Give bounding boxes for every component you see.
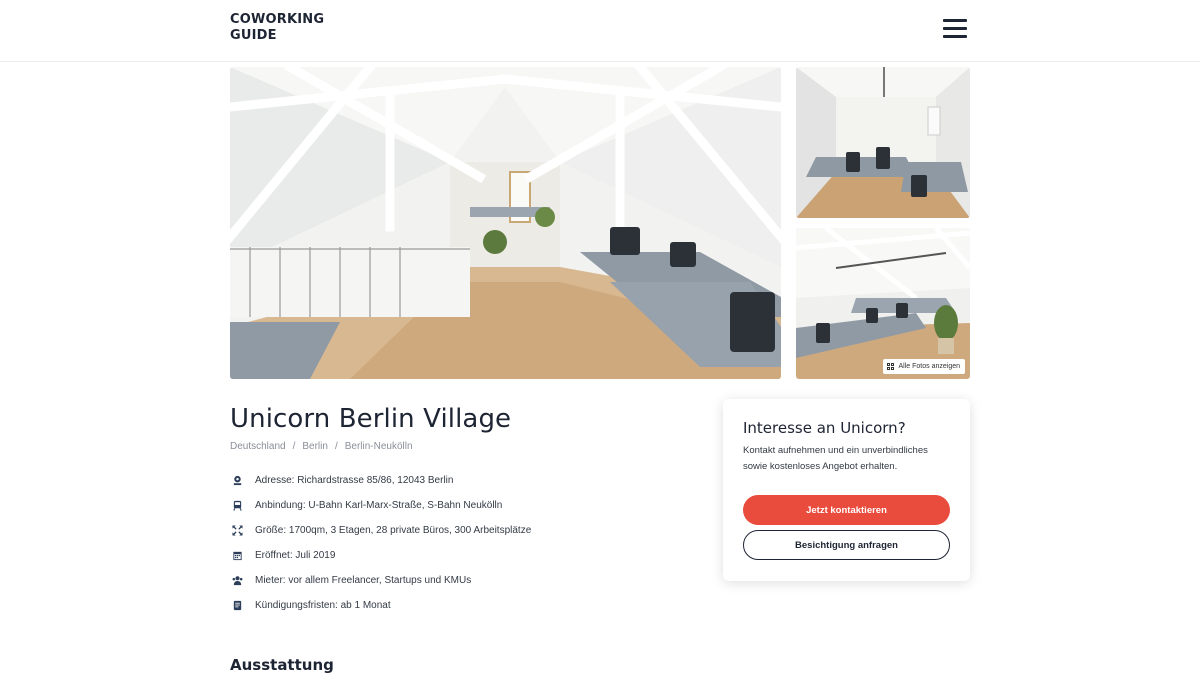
fact-text: Eröffnet: Juli 2019 xyxy=(255,550,336,561)
show-all-photos-label: Alle Fotos anzeigen xyxy=(898,363,960,370)
breadcrumb-district[interactable]: Berlin-Neukölln xyxy=(345,441,413,452)
fact-notice-period: Kündigungsfristen: ab 1 Monat xyxy=(230,593,700,618)
train-icon xyxy=(230,499,244,513)
fact-text: Mieter: vor allem Freelancer, Startups u… xyxy=(255,575,472,586)
request-viewing-button[interactable]: Besichtigung anfragen xyxy=(743,530,950,560)
fact-address: Adresse: Richardstrasse 85/86, 12043 Ber… xyxy=(230,468,700,493)
fact-text: Adresse: Richardstrasse 85/86, 12043 Ber… xyxy=(255,475,454,486)
hamburger-menu-icon[interactable] xyxy=(943,19,967,41)
expand-arrows-icon xyxy=(230,524,244,538)
calendar-icon xyxy=(230,549,244,563)
page-title: Unicorn Berlin Village xyxy=(230,404,512,434)
grid-icon xyxy=(886,363,894,370)
fact-size: Größe: 1700qm, 3 Etagen, 28 private Büro… xyxy=(230,518,700,543)
breadcrumb-country[interactable]: Deutschland xyxy=(230,441,286,452)
fact-transport: Anbindung: U-Bahn Karl-Marx-Straße, S-Ba… xyxy=(230,493,700,518)
contact-card-heading: Interesse an Unicorn? xyxy=(743,419,906,437)
fact-text: Anbindung: U-Bahn Karl-Marx-Straße, S-Ba… xyxy=(255,500,503,511)
breadcrumb: Deutschland / Berlin / Berlin-Neukölln xyxy=(230,441,413,452)
space-facts-list: Adresse: Richardstrasse 85/86, 12043 Ber… xyxy=(230,468,700,618)
fact-text: Kündigungsfristen: ab 1 Monat xyxy=(255,600,391,611)
fact-tenants: Mieter: vor allem Freelancer, Startups u… xyxy=(230,568,700,593)
location-pin-icon xyxy=(230,474,244,488)
contact-card: Interesse an Unicorn? Kontakt aufnehmen … xyxy=(723,399,970,581)
fact-text: Größe: 1700qm, 3 Etagen, 28 private Büro… xyxy=(255,525,532,536)
contact-now-button[interactable]: Jetzt kontaktieren xyxy=(743,495,950,525)
main-photo[interactable] xyxy=(230,67,781,379)
site-logo[interactable]: COWORKING GUIDE xyxy=(230,12,324,44)
side-photo-bottom[interactable]: Alle Fotos anzeigen xyxy=(796,228,970,379)
show-all-photos-button[interactable]: Alle Fotos anzeigen xyxy=(882,359,965,374)
logo-line-2: GUIDE xyxy=(230,28,277,43)
fact-opened: Eröffnet: Juli 2019 xyxy=(230,543,700,568)
site-header: COWORKING GUIDE xyxy=(0,0,1200,62)
logo-line-1: COWORKING xyxy=(230,12,325,27)
users-icon xyxy=(230,574,244,588)
document-icon xyxy=(230,599,244,613)
side-photo-top[interactable] xyxy=(796,67,970,218)
contact-card-text: Kontakt aufnehmen und ein unverbindliche… xyxy=(743,445,928,472)
breadcrumb-city[interactable]: Berlin xyxy=(302,441,328,452)
amenities-heading: Ausstattung xyxy=(230,656,334,674)
